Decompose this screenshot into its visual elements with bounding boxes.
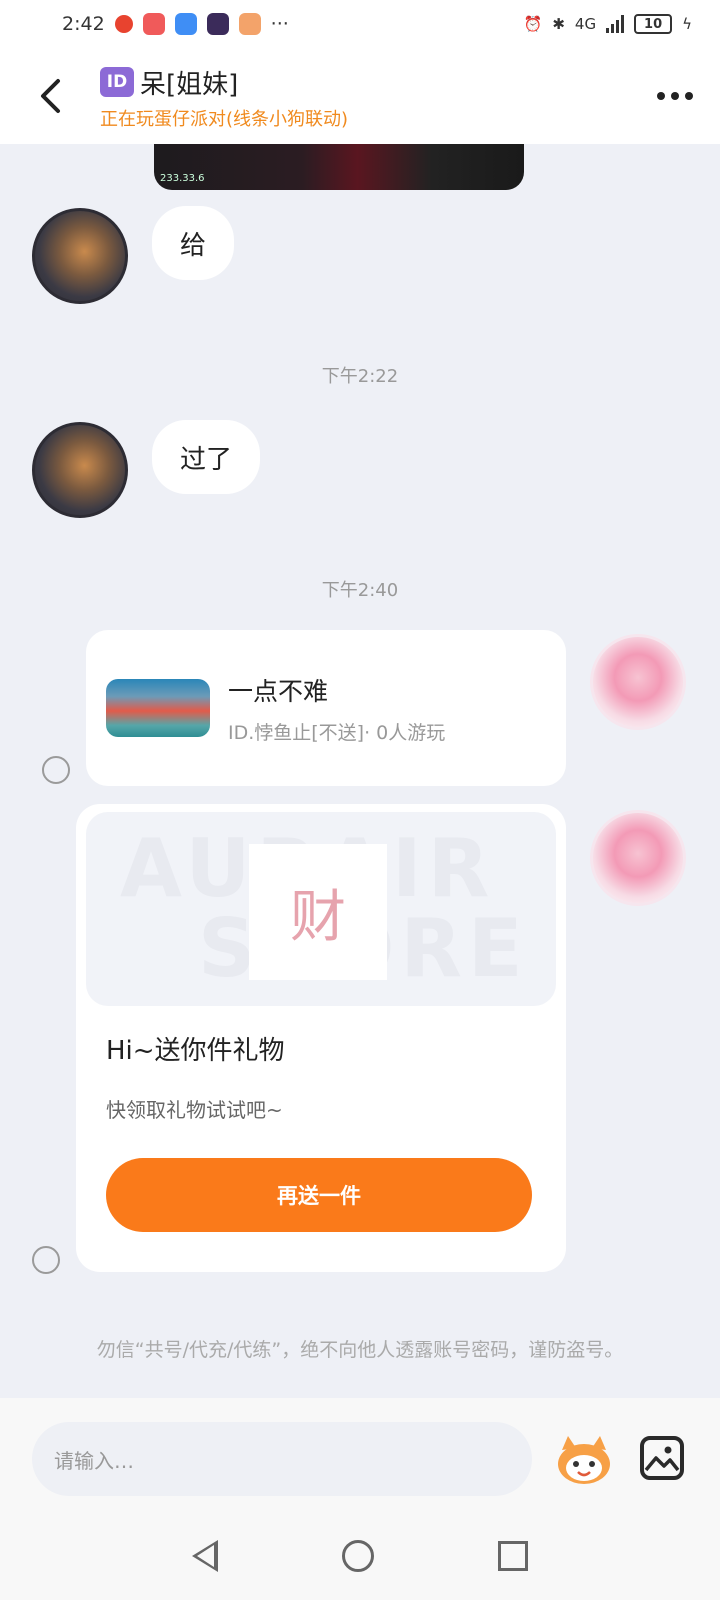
battery-level: 10 xyxy=(644,16,663,32)
notification-game-icon xyxy=(206,13,229,35)
status-left: 2:42 ··· xyxy=(62,13,289,35)
timestamp: 下午2:40 xyxy=(321,580,399,601)
system-navigation-bar xyxy=(0,1512,720,1600)
status-right: ⏰ ✱ 4G 10 ϟ xyxy=(524,14,692,34)
message-bubble[interactable]: 给 xyxy=(152,206,235,280)
input-placeholder: 请输入… xyxy=(54,1448,134,1473)
gift-card[interactable]: AURAIR SCORE 财 Hi~送你件礼物 快领取礼物试试吧~ 再送一件 xyxy=(76,804,566,1272)
chat-area[interactable]: 233.33.6 给 下午2:22 过了 下午2:40 一点不难 ID.悖鱼止[… xyxy=(0,144,720,1398)
media-tag: 233.33.6 xyxy=(160,173,205,184)
select-radio[interactable] xyxy=(42,756,70,784)
notification-chat-icon xyxy=(238,13,261,35)
game-thumbnail xyxy=(106,679,210,737)
gift-visual: AURAIR SCORE 财 xyxy=(86,812,556,1006)
notification-cloud-icon xyxy=(174,13,197,35)
id-badge: ID xyxy=(100,67,134,97)
nav-home-icon[interactable] xyxy=(342,1540,374,1572)
game-subtitle: ID.悖鱼止[不送]· 0人游玩 xyxy=(228,721,446,744)
game-info: 一点不难 ID.悖鱼止[不送]· 0人游玩 xyxy=(228,672,445,745)
signal-icon xyxy=(606,15,625,33)
more-dot xyxy=(671,92,679,100)
battery-icon: 10 xyxy=(634,14,673,34)
message-text: 过了 xyxy=(180,444,233,475)
gift-image: 财 xyxy=(249,844,387,980)
title-row: ID 呆[姐妹] xyxy=(100,64,630,101)
nav-back-icon[interactable] xyxy=(192,1540,218,1572)
gift-char: 财 xyxy=(290,884,346,950)
more-dot xyxy=(685,92,693,100)
image-picker-icon[interactable] xyxy=(640,1436,684,1480)
back-button[interactable] xyxy=(0,48,100,144)
more-button[interactable] xyxy=(630,48,720,144)
avatar[interactable] xyxy=(32,422,128,518)
image-mountain-icon xyxy=(644,1446,680,1472)
notification-app-icon-2 xyxy=(142,13,165,35)
alarm-icon: ⏰ xyxy=(523,15,543,33)
network-type: 4G xyxy=(574,15,597,33)
gift-description: 快领取礼物试试吧~ xyxy=(106,1098,283,1122)
charging-icon: ϟ xyxy=(682,15,692,33)
timestamp: 下午2:22 xyxy=(321,366,399,387)
avatar[interactable] xyxy=(32,208,128,304)
status-bar: 2:42 ··· ⏰ ✱ 4G 10 ϟ xyxy=(0,0,720,48)
back-arrow-icon xyxy=(41,79,60,113)
more-notifications-icon: ··· xyxy=(270,13,289,35)
avatar[interactable] xyxy=(590,634,686,730)
safety-notice: 勿信“共号/代充/代练”，绝不向他人透露账号密码，谨防盗号。 xyxy=(96,1339,624,1361)
input-bar: 请输入… xyxy=(0,1398,720,1512)
game-share-card[interactable]: 一点不难 ID.悖鱼止[不送]· 0人游玩 xyxy=(86,630,566,786)
more-dots-icon xyxy=(657,92,665,100)
chat-title-block[interactable]: ID 呆[姐妹] 正在玩蛋仔派对(线条小狗联动) xyxy=(100,62,630,131)
message-input[interactable]: 请输入… xyxy=(32,1422,532,1496)
avatar[interactable] xyxy=(590,810,686,906)
bluetooth-icon: ✱ xyxy=(552,15,565,33)
message-text: 给 xyxy=(180,230,207,261)
select-radio[interactable] xyxy=(32,1246,60,1274)
send-again-button[interactable]: 再送一件 xyxy=(106,1158,532,1232)
sticker-mascot-icon[interactable] xyxy=(554,1434,614,1486)
chat-title: 呆[姐妹] xyxy=(140,69,239,100)
notification-app-icon-1 xyxy=(114,15,133,33)
playing-status: 正在玩蛋仔派对(线条小狗联动) xyxy=(100,108,349,130)
media-message[interactable]: 233.33.6 xyxy=(154,144,524,190)
game-title: 一点不难 xyxy=(228,676,329,706)
chat-header: ID 呆[姐妹] 正在玩蛋仔派对(线条小狗联动) xyxy=(0,48,720,144)
gift-title: Hi~送你件礼物 xyxy=(106,1036,285,1066)
message-bubble[interactable]: 过了 xyxy=(152,420,261,494)
status-time: 2:42 xyxy=(62,13,105,35)
nav-recents-icon[interactable] xyxy=(498,1541,528,1571)
